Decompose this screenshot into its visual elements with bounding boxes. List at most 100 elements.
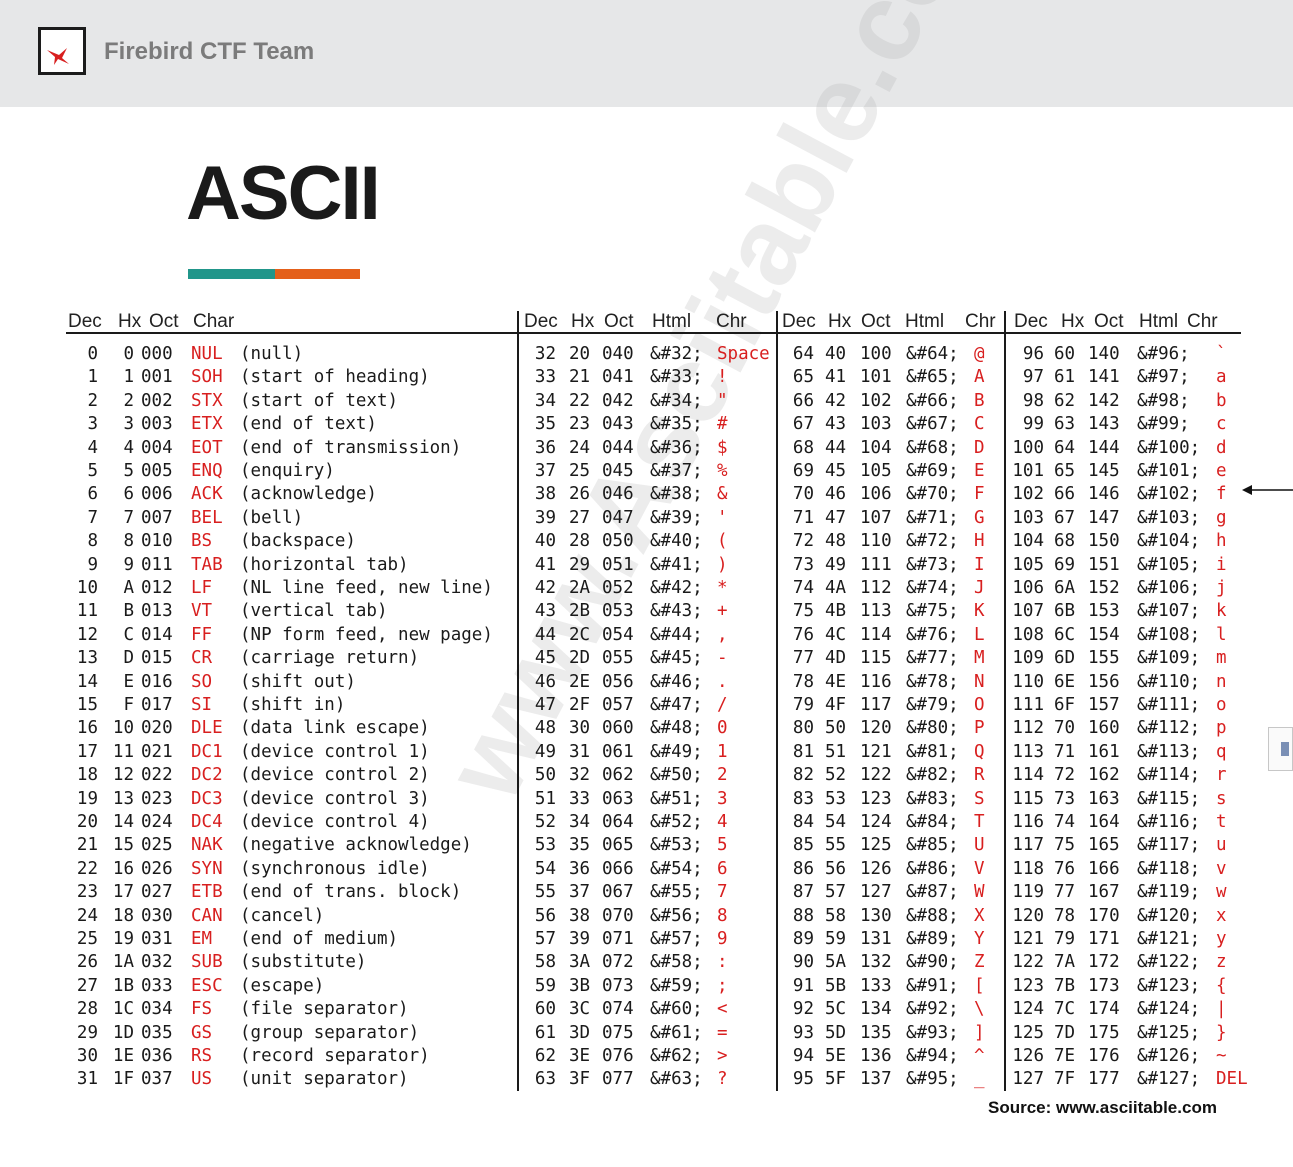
chr-cell: H	[974, 531, 985, 552]
hex-cell: 72	[1054, 765, 1076, 786]
html-cell: &#110;	[1137, 671, 1201, 692]
oct-cell: 101	[860, 367, 892, 388]
html-cell: &#65;	[906, 367, 959, 388]
hex-cell: 38	[569, 905, 591, 926]
dec-cell: 48	[534, 718, 556, 739]
hex-cell: 58	[825, 905, 847, 926]
html-cell: &#100;	[1137, 437, 1201, 458]
dec-cell: 118	[1012, 858, 1044, 879]
chr-cell: J	[974, 578, 985, 598]
hex-cell: 53	[825, 788, 847, 809]
dec-cell: 64	[792, 344, 814, 364]
chr-cell: g	[1216, 507, 1227, 528]
dec-cell: 86	[792, 858, 814, 879]
hex-cell: 28	[569, 531, 591, 552]
hex-cell: 18	[112, 905, 134, 926]
chr-cell: B	[974, 390, 985, 411]
dec-cell: 110	[1012, 671, 1044, 692]
dec-cell: 8	[87, 531, 98, 552]
chr-cell: P	[974, 718, 985, 739]
oct-cell: 132	[860, 952, 892, 973]
dec-cell: 77	[792, 648, 814, 669]
chr-cell: R	[974, 765, 985, 786]
oct-cell: 023	[141, 788, 173, 809]
oct-cell: 145	[1088, 461, 1120, 481]
hex-cell: 47	[825, 507, 847, 528]
chr-cell: =	[717, 1022, 728, 1043]
description-cell: (shift out)	[240, 671, 356, 692]
hex-cell: 7C	[1054, 999, 1076, 1020]
oct-cell: 074	[602, 999, 634, 1020]
description-cell: (NL line feed, new line)	[240, 578, 493, 598]
chr-cell: L	[974, 624, 985, 645]
html-cell: &#54;	[650, 858, 703, 879]
chr-cell: w	[1216, 882, 1227, 903]
hex-cell: 57	[825, 882, 847, 903]
oct-cell: 171	[1088, 929, 1120, 949]
html-cell: &#116;	[1137, 812, 1201, 832]
hex-cell: 12	[112, 765, 134, 786]
description-cell: (record separator)	[240, 1046, 430, 1066]
char-cell: TAB	[191, 554, 223, 575]
oct-cell: 076	[602, 1046, 634, 1066]
chr-cell: u	[1216, 835, 1227, 856]
hex-cell: 1E	[112, 1046, 134, 1066]
chr-cell: ;	[717, 975, 728, 996]
chr-cell: 1	[717, 741, 728, 762]
oct-cell: 153	[1088, 601, 1120, 622]
chr-cell: <	[717, 999, 728, 1020]
html-cell: &#37;	[650, 461, 703, 481]
chr-cell: #	[717, 414, 728, 435]
html-cell: &#55;	[650, 882, 703, 903]
chr-cell: E	[974, 461, 985, 481]
description-cell: (backspace)	[240, 531, 356, 552]
html-cell: &#112;	[1137, 718, 1201, 739]
column-header: Oct	[604, 311, 634, 332]
hex-cell: 45	[825, 461, 847, 481]
html-cell: &#48;	[650, 718, 703, 739]
html-cell: &#80;	[906, 718, 959, 739]
chr-cell: i	[1216, 554, 1227, 575]
char-cell: DC4	[191, 812, 223, 832]
char-cell: US	[191, 1069, 213, 1090]
html-cell: &#86;	[906, 858, 959, 879]
dec-cell: 13	[76, 648, 98, 669]
dec-cell: 78	[792, 671, 814, 692]
oct-cell: 143	[1088, 414, 1120, 435]
oct-cell: 172	[1088, 952, 1120, 973]
chr-cell: |	[1216, 999, 1227, 1020]
description-cell: (device control 1)	[240, 741, 430, 762]
column-divider	[517, 311, 519, 1091]
html-cell: &#99;	[1137, 414, 1190, 435]
oct-cell: 122	[860, 765, 892, 786]
oct-cell: 152	[1088, 578, 1120, 598]
char-cell: ENQ	[191, 461, 223, 481]
hex-cell: 3A	[569, 952, 591, 973]
hex-cell: 4E	[825, 671, 847, 692]
dec-cell: 11	[76, 601, 98, 622]
hex-cell: 31	[569, 741, 591, 762]
oct-cell: 070	[602, 905, 634, 926]
description-cell: (synchronous idle)	[240, 858, 430, 879]
dec-cell: 31	[76, 1069, 98, 1090]
html-cell: &#52;	[650, 812, 703, 832]
oct-cell: 013	[141, 601, 173, 622]
char-cell: SI	[191, 695, 213, 715]
html-cell: &#69;	[906, 461, 959, 481]
dec-cell: 45	[534, 648, 556, 669]
column-header: Hx	[1061, 311, 1085, 332]
dec-cell: 51	[534, 788, 556, 809]
oct-cell: 150	[1088, 531, 1120, 552]
chr-cell: %	[717, 461, 728, 481]
description-cell: (end of transmission)	[240, 437, 462, 458]
oct-cell: 147	[1088, 507, 1120, 528]
oct-cell: 035	[141, 1022, 173, 1043]
html-cell: &#120;	[1137, 905, 1201, 926]
oct-cell: 160	[1088, 718, 1120, 739]
dec-cell: 37	[534, 461, 556, 481]
oct-cell: 066	[602, 858, 634, 879]
oct-cell: 121	[860, 741, 892, 762]
hex-cell: 5D	[825, 1022, 847, 1043]
dec-cell: 114	[1012, 765, 1044, 786]
html-cell: &#102;	[1137, 484, 1201, 505]
